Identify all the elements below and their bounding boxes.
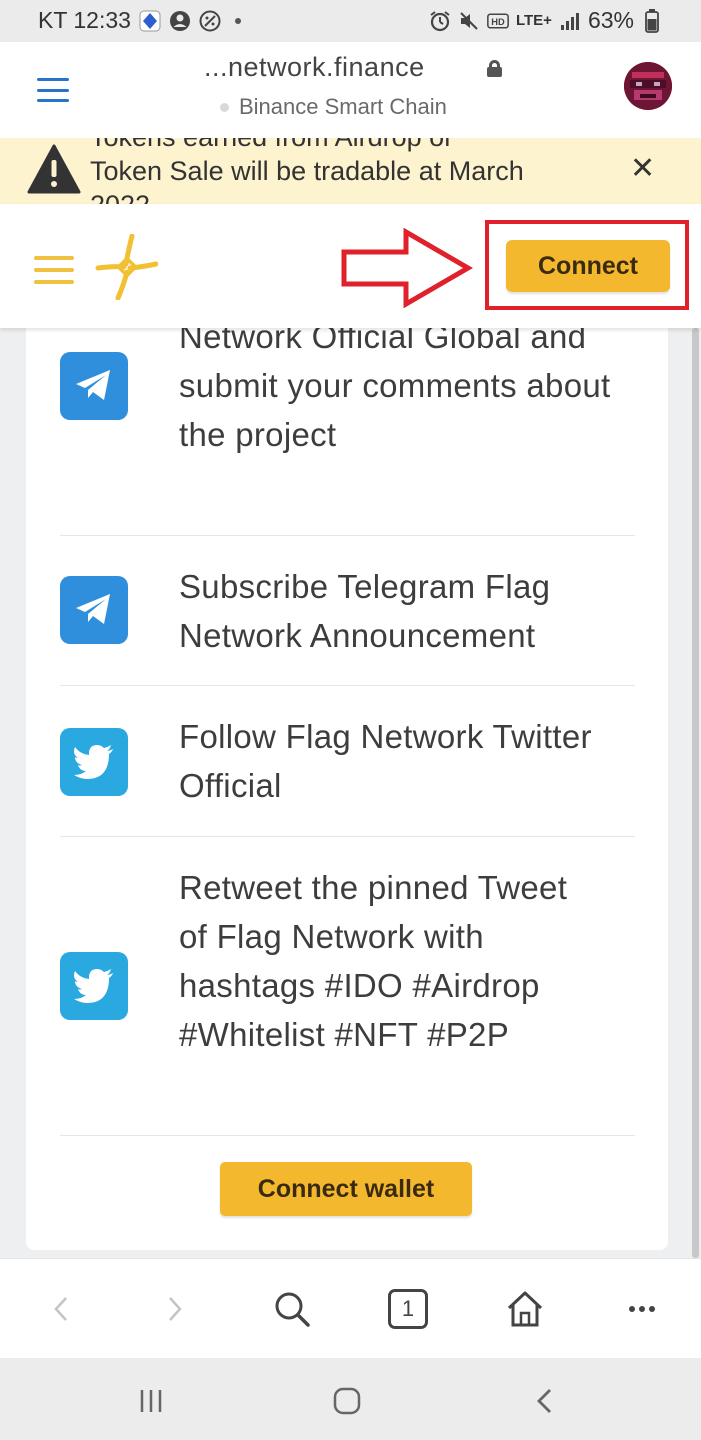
account-icon (169, 10, 191, 32)
task-text: Network Official Global and submit your … (179, 318, 611, 453)
twitter-icon (60, 952, 128, 1020)
account-avatar[interactable] (624, 62, 672, 110)
warning-banner: Tokens earned from Airdrop or Token Sale… (0, 138, 701, 204)
task-item[interactable]: Follow Flag Network Twitter Official (60, 686, 635, 837)
signal-icon (559, 10, 581, 32)
network-type: LTE+ (515, 12, 552, 29)
carrier-time: KT 12:33 (38, 7, 131, 33)
red-arrow-annotation (340, 227, 474, 313)
warning-icon (27, 144, 81, 199)
forward-icon[interactable] (160, 1287, 190, 1331)
more-notifications-icon (234, 17, 241, 24)
task-item[interactable]: Subscribe Telegram Flag Network Announce… (60, 536, 635, 686)
site-menu-icon[interactable] (34, 256, 74, 284)
url-text[interactable]: ...network.finance (204, 52, 425, 83)
network-name: Binance Smart Chain (239, 94, 447, 119)
alarm-icon (429, 10, 451, 32)
network-status-dot (220, 102, 229, 112)
banner-message: Tokens earned from Airdrop or Token Sale… (90, 138, 524, 204)
twitter-icon (60, 728, 128, 796)
connect-button[interactable]: Connect (506, 240, 670, 292)
more-icon[interactable] (624, 1287, 660, 1331)
browser-header: ...network.finance Binance Smart Chain (0, 42, 701, 138)
flag-network-logo-icon[interactable] (94, 233, 159, 305)
tabs-icon: 1 (388, 1289, 428, 1329)
battery-icon (641, 8, 663, 33)
tab-count: 1 (401, 1296, 415, 1321)
scrollbar[interactable] (692, 328, 699, 1258)
system-navigation-bar (0, 1358, 701, 1440)
no-data-icon (199, 10, 221, 32)
task-text: Retweet the pinned Tweet of Flag Network… (179, 869, 568, 1053)
hd-voice-icon: HD (487, 10, 509, 32)
browser-menu-icon[interactable] (37, 78, 69, 102)
connect-wallet-button[interactable]: Connect wallet (220, 1162, 472, 1216)
recent-apps-icon[interactable] (136, 1386, 166, 1416)
telegram-icon (60, 576, 128, 644)
mute-icon (458, 10, 480, 32)
network-label[interactable]: Binance Smart Chain (220, 94, 447, 120)
task-text: Follow Flag Network Twitter Official (179, 718, 592, 804)
battery-percent: 63% (587, 7, 634, 33)
back-nav-icon[interactable] (532, 1386, 556, 1416)
close-icon[interactable]: ✕ (630, 154, 655, 184)
task-item[interactable]: Retweet the pinned Tweet of Flag Network… (60, 837, 635, 1136)
home-nav-icon[interactable] (331, 1386, 363, 1416)
telegram-icon (60, 352, 128, 420)
lock-icon (487, 60, 502, 77)
app-notification-icon (139, 10, 161, 32)
site-header: Connect (0, 204, 701, 328)
svg-text:HD: HD (491, 16, 505, 26)
status-bar: KT 12:33 HD LTE+ 63% (0, 0, 701, 42)
browser-toolbar: 1 (0, 1258, 701, 1358)
tabs-button[interactable]: 1 (386, 1287, 430, 1331)
task-text: Subscribe Telegram Flag Network Announce… (179, 568, 551, 654)
tasks-card: Network Official Global and submit your … (26, 280, 668, 1250)
home-icon[interactable] (503, 1287, 547, 1331)
back-icon[interactable] (46, 1287, 76, 1331)
search-icon[interactable] (270, 1287, 314, 1331)
